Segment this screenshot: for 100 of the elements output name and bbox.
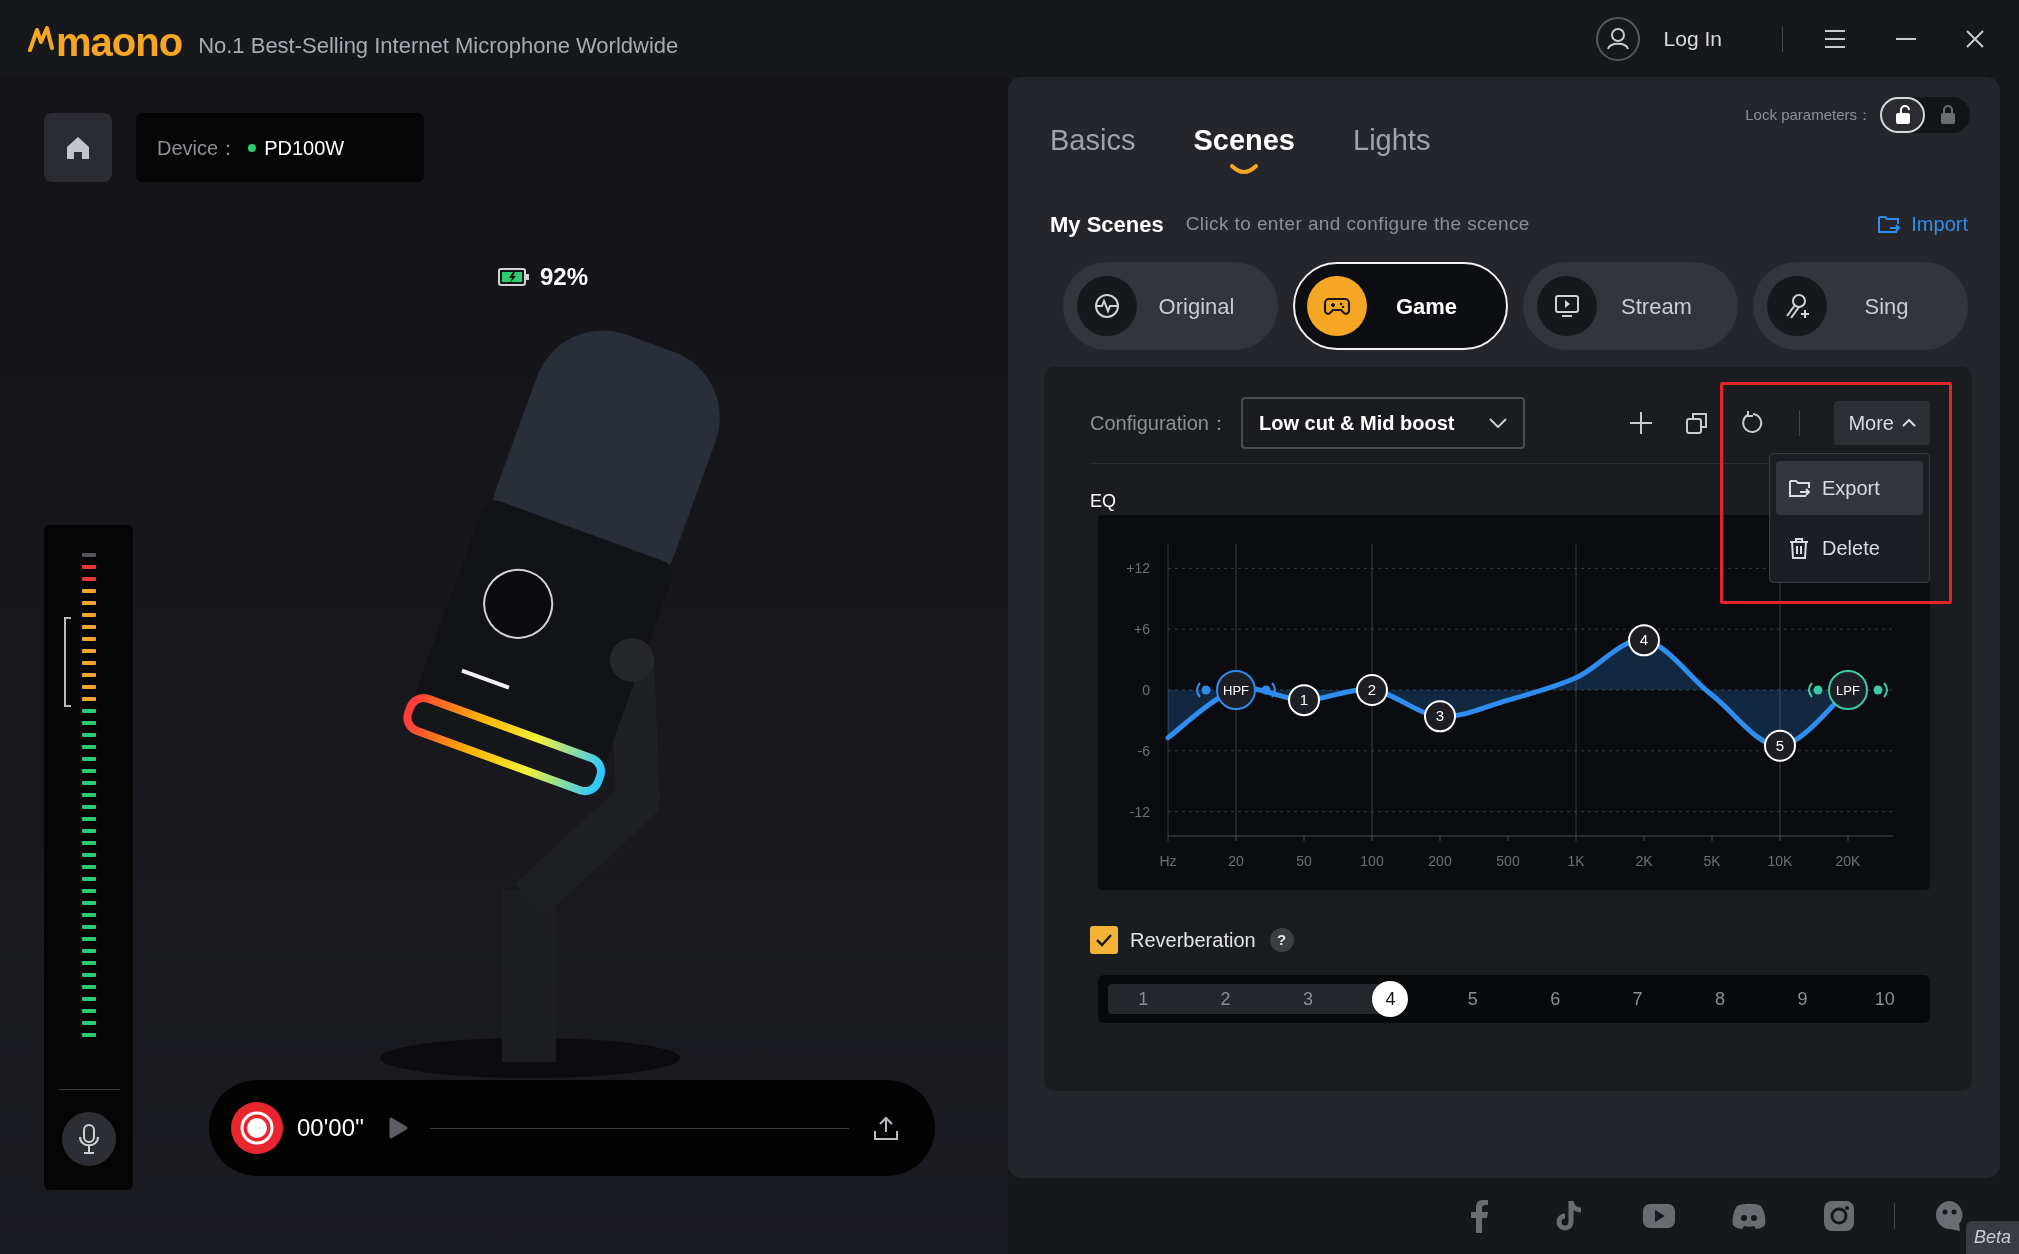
slider-step[interactable]: 9 [1784,981,1821,1017]
record-icon [240,1111,274,1145]
plus-icon [1629,411,1654,435]
beta-badge: Beta [1965,1221,2019,1254]
login-button[interactable]: Log In [1663,22,1722,55]
axis-tick-label: 1K [1567,853,1585,869]
menu-button[interactable] [1823,27,1847,50]
axis-tick-label: 2K [1635,853,1653,869]
close-button[interactable] [1965,28,1985,49]
axis-tick-label: 20 [1228,853,1244,869]
scene-card[interactable]: Stream [1523,262,1738,350]
discord-icon [1731,1202,1767,1230]
annotation: 1 [1299,691,1309,709]
microphone-icon [77,1124,100,1154]
youtube-icon [1642,1203,1676,1229]
logo-mark-icon [28,25,56,52]
folder-arrow-icon [1788,477,1810,499]
tab[interactable]: Scenes [1193,117,1295,177]
monitor-play-icon [1553,292,1581,320]
eq-node[interactable]: 1 [1288,684,1320,717]
add-button[interactable] [1629,411,1654,435]
menu-item[interactable]: Delete [1776,521,1923,575]
axis-tick-label: 10K [1767,853,1793,869]
annotation: 3 [1435,707,1445,725]
folder-arrow-icon [1877,213,1902,235]
microphone-button[interactable] [61,1112,116,1166]
slider-thumb[interactable]: 4 [1372,981,1409,1017]
lock-toggle[interactable] [1880,97,1970,133]
slider-step[interactable]: 2 [1207,981,1244,1017]
user-icon [1595,16,1640,61]
slider-step[interactable]: 10 [1866,981,1903,1017]
lock-icon [1939,105,1956,125]
eq-node[interactable]: 3 [1424,700,1456,733]
more-button[interactable]: More [1834,401,1930,445]
active-tab-indicator-icon [1229,163,1260,177]
duplicate-button[interactable] [1685,411,1710,435]
chevron-up-icon [1902,419,1916,427]
section-title: My Scenes [1050,210,1164,239]
slider-step[interactable]: 5 [1454,981,1491,1017]
help-icon[interactable]: ? [1269,928,1294,952]
import-link[interactable]: Import [1877,209,1968,239]
logo: maono [56,21,183,62]
minimize-icon [1895,37,1917,40]
axis-tick-label: +12 [1126,560,1150,577]
axis-tick-label: -6 [1137,742,1150,759]
battery-percentage: 92% [540,262,589,292]
axis-tick-label: 50 [1296,853,1312,869]
device-name: PD100W [264,135,345,161]
reverberation-slider[interactable]: 1 2 3 4 5 6 7 8 9 10 [1098,975,1930,1023]
reverberation-checkbox[interactable] [1090,926,1118,954]
slider-step[interactable]: 7 [1619,981,1656,1017]
scene-card[interactable]: Original [1063,262,1278,350]
axis-tick-label: -12 [1129,803,1150,820]
tiktok-icon [1554,1199,1584,1233]
chevron-down-icon [1488,418,1507,428]
axis-tick-label: 200 [1428,853,1452,869]
tagline: No.1 Best-Selling Internet Microphone Worldwide [198,32,679,60]
device-label: Device： [157,135,239,161]
axis-tick-label: 500 [1496,853,1520,869]
tab[interactable]: Basics [1050,117,1136,177]
axis-tick-label: +6 [1134,621,1150,638]
upload-icon [873,1115,899,1141]
slider-step[interactable]: 8 [1702,981,1738,1017]
configuration-label: Configuration： [1090,411,1229,436]
slider-step[interactable]: 3 [1290,981,1326,1017]
annotation: 4 [1639,631,1649,649]
scene-card[interactable]: Game [1293,262,1508,350]
scene-card[interactable]: Sing [1753,262,1968,350]
axis-tick-label: 0 [1142,682,1150,698]
section-hint: Click to enter and configure the scence [1185,211,1530,236]
configuration-dropdown[interactable]: Low cut & Mid boost [1240,397,1525,449]
axis-tick-label: 5K [1703,853,1721,869]
axis-tick-label: Hz [1159,853,1177,869]
eq-node[interactable]: 5 [1764,729,1796,762]
unlock-icon [1893,105,1912,125]
reverberation-label: Reverberation [1130,928,1256,953]
pulse-icon [1093,292,1121,320]
annotation: HPF [1223,683,1250,698]
play-button[interactable] [388,1117,409,1139]
slider-step[interactable]: 6 [1537,981,1574,1017]
instagram-icon [1823,1200,1855,1232]
upload-button[interactable] [873,1115,899,1141]
battery-charging-icon [498,268,530,286]
eq-node[interactable]: 4 [1628,624,1660,657]
trash-icon [1788,537,1810,559]
slider-step[interactable]: 1 [1125,981,1162,1017]
facebook-icon [1470,1199,1488,1233]
annotation: 5 [1775,736,1785,754]
annotation: 2 [1367,681,1377,698]
record-button[interactable] [231,1102,283,1154]
lock-label: Lock parameters： [1745,104,1872,125]
home-button[interactable] [44,113,112,182]
tab[interactable]: Lights [1353,117,1431,177]
menu-icon [1823,27,1847,50]
eq-node[interactable]: 2 [1356,674,1388,706]
check-icon [1095,933,1113,947]
axis-tick-label: 100 [1360,853,1384,869]
menu-item[interactable]: Export [1776,461,1923,515]
user-button[interactable] [1595,16,1640,61]
play-icon [388,1117,409,1139]
